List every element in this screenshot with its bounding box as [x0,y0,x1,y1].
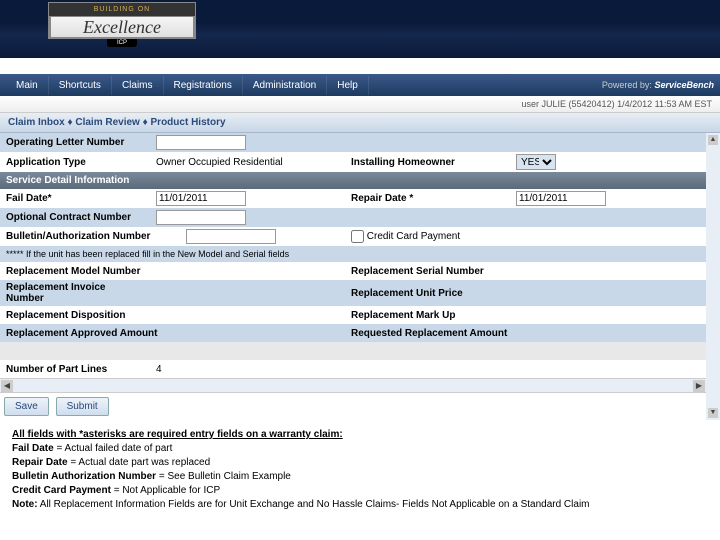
instr-bulletin-def: = See Bulletin Claim Example [156,471,291,482]
nav-administration[interactable]: Administration [243,76,327,95]
form-area: ▲ ▼ Operating Letter Number Application … [0,133,720,420]
instr-fail-date-term: Fail Date [12,443,54,454]
breadcrumb-product-history[interactable]: Product History [151,117,226,128]
fail-date-input[interactable] [156,191,246,206]
application-type-value: Owner Occupied Residential [150,155,345,170]
operating-letter-input[interactable] [156,135,246,150]
row-repl-disposition: Replacement Disposition Replacement Mark… [0,306,706,324]
logo-middle-text: Excellence [48,17,196,39]
row-repl-approved: Replacement Approved Amount Requested Re… [0,324,706,342]
instr-fail-date-def: = Actual failed date of part [54,443,173,454]
instr-repair-date-term: Repair Date [12,457,68,468]
repl-approved-label: Replacement Approved Amount [0,326,180,341]
repl-model-label: Replacement Model Number [0,264,150,279]
nav-shortcuts[interactable]: Shortcuts [49,76,112,95]
instr-note-term: Note: [12,499,38,510]
breadcrumb-sep: ♦ [140,117,151,128]
optional-contract-label: Optional Contract Number [0,210,150,225]
powered-label: Powered by: [602,80,652,90]
application-type-label: Application Type [0,155,150,170]
hscroll-right-icon[interactable]: ▶ [693,380,705,392]
main-navbar: Main Shortcuts Claims Registrations Admi… [0,74,720,96]
repair-date-input[interactable] [516,191,606,206]
repl-serial-label: Replacement Serial Number [345,264,510,279]
divider [0,342,706,360]
row-operating-letter: Operating Letter Number [0,133,706,152]
top-banner: BUILDING ON Excellence ICP [0,0,720,58]
nav-registrations[interactable]: Registrations [164,76,243,95]
breadcrumb-claim-inbox[interactable]: Claim Inbox [8,117,65,128]
repl-markup-label: Replacement Mark Up [345,308,510,323]
logo-top-text: BUILDING ON [48,2,196,17]
row-fail-date: Fail Date* Repair Date * [0,189,706,208]
operating-letter-label: Operating Letter Number [0,135,150,150]
nav-main[interactable]: Main [6,76,49,95]
row-bulletin: Bulletin/Authorization Number Credit Car… [0,227,706,246]
optional-contract-input[interactable] [156,210,246,225]
repl-unit-price-label: Replacement Unit Price [345,286,510,301]
brand-label: ServiceBench [654,80,714,90]
repair-date-label: Repair Date * [345,191,510,206]
replacement-note: ***** If the unit has been replaced fill… [0,246,706,262]
submit-button[interactable]: Submit [56,397,109,416]
bulletin-input[interactable] [186,229,276,244]
row-part-lines: Number of Part Lines 4 [0,360,706,378]
save-button[interactable]: Save [4,397,49,416]
instr-cc-term: Credit Card Payment [12,485,111,496]
nav-left: Main Shortcuts Claims Registrations Admi… [6,76,369,95]
instr-note-def: All Replacement Information Fields are f… [38,499,590,510]
row-optional-contract: Optional Contract Number [0,208,706,227]
row-application-type: Application Type Owner Occupied Resident… [0,152,706,172]
installing-homeowner-select[interactable]: YES [516,154,556,170]
credit-card-checkbox[interactable] [351,230,364,243]
part-lines-label: Number of Part Lines [0,362,150,377]
repl-requested-label: Requested Replacement Amount [345,326,525,341]
instr-cc-def: = Not Applicable for ICP [111,485,220,496]
installing-homeowner-label: Installing Homeowner [345,155,510,170]
button-row: Save Submit [0,392,706,420]
credit-card-label: Credit Card Payment [367,231,460,242]
user-label: user JULIE (55420412) [522,99,615,109]
breadcrumb: Claim Inbox ♦ Claim Review ♦ Product His… [0,113,720,133]
row-repl-invoice: Replacement Invoice Number Replacement U… [0,280,706,306]
logo-bottom-text: ICP [107,39,137,47]
instr-repair-date-def: = Actual date part was replaced [68,457,211,468]
instructions-block: All fields with *asterisks are required … [0,420,720,520]
hscroll-left-icon[interactable]: ◀ [1,380,13,392]
repl-disposition-label: Replacement Disposition [0,308,150,323]
instr-bulletin-term: Bulletin Authorization Number [12,471,156,482]
logo-badge: BUILDING ON Excellence ICP [48,2,196,62]
repl-invoice-label: Replacement Invoice Number [0,280,150,306]
scroll-down-icon[interactable]: ▼ [708,408,718,418]
row-repl-model: Replacement Model Number Replacement Ser… [0,262,706,280]
instructions-title: All fields with *asterisks are required … [12,429,343,440]
nav-help[interactable]: Help [327,76,369,95]
service-detail-header: Service Detail Information [0,172,706,189]
fail-date-label: Fail Date* [0,191,150,206]
breadcrumb-sep: ♦ [65,117,76,128]
bulletin-label: Bulletin/Authorization Number [0,229,180,244]
nav-claims[interactable]: Claims [112,76,164,95]
user-bar: user JULIE (55420412) 1/4/2012 11:53 AM … [0,96,720,113]
user-timestamp: 1/4/2012 11:53 AM EST [617,99,712,109]
part-lines-value: 4 [150,362,345,377]
breadcrumb-claim-review[interactable]: Claim Review [75,117,139,128]
scroll-up-icon[interactable]: ▲ [708,135,718,145]
horizontal-scrollbar[interactable]: ◀ ▶ [0,378,706,392]
nav-powered: Powered by: ServiceBench [602,80,714,90]
